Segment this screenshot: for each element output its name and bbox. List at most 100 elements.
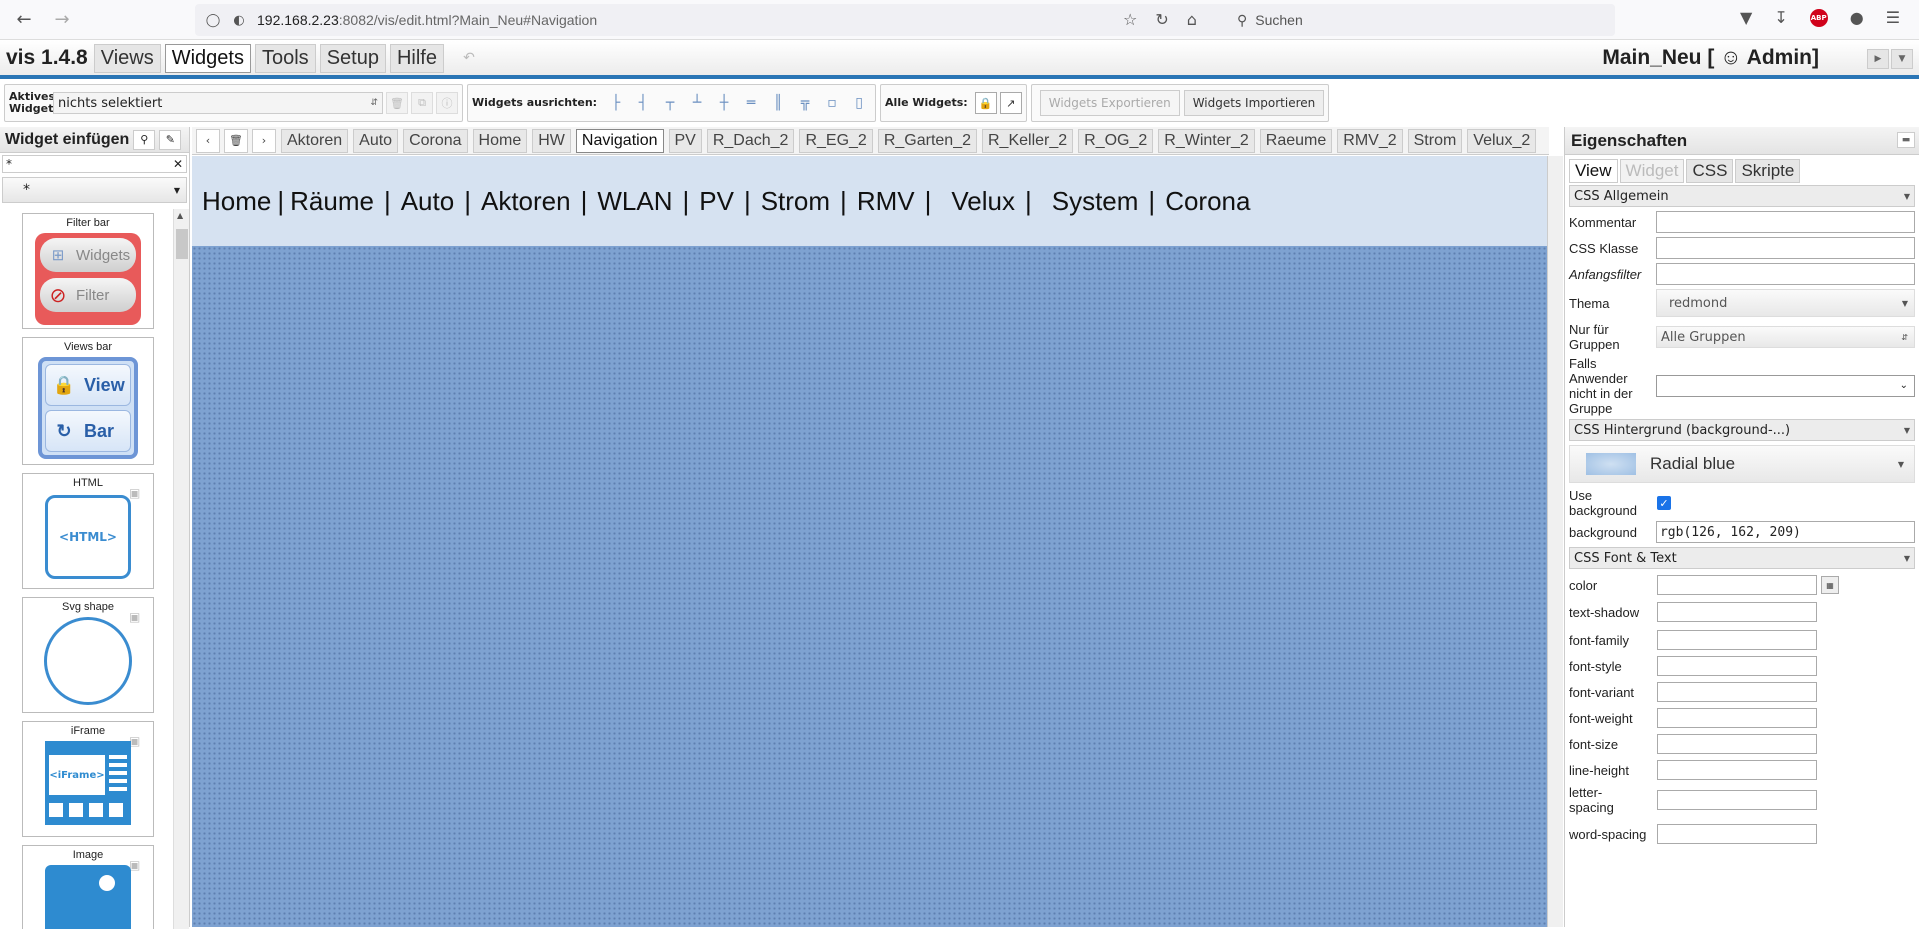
text-shadow-input[interactable] [1657,602,1817,622]
view-tab-auto[interactable]: Auto [353,128,399,153]
clear-icon[interactable]: ✕ [173,157,183,171]
shield-icon[interactable]: ◯ [205,12,221,28]
font-weight-input[interactable] [1657,708,1817,728]
active-widget-select[interactable]: nichts selektiert ⇵ [53,92,383,114]
delete-view-icon[interactable]: 🗑 [224,128,248,153]
falls-select[interactable]: ⌄ [1655,375,1915,397]
align-right-icon[interactable]: ┤ [631,92,655,114]
widget-filter-input[interactable]: * ✕ [2,155,187,173]
view-tab-home[interactable]: Home [472,128,528,153]
line-height-input[interactable] [1657,760,1817,780]
adblock-icon[interactable]: ABP [1809,8,1828,27]
section-css-allgemein[interactable]: CSS Allgemein ▼ [1569,185,1915,207]
tab-skripte[interactable]: Skripte [1735,159,1801,183]
browser-search-input[interactable]: ⚲ Suchen [1225,4,1615,36]
section-css-hintergrund[interactable]: CSS Hintergrund (background-...) ▼ [1569,419,1915,441]
tab-widget[interactable]: Widget [1619,159,1685,183]
nav-item-pv[interactable]: PV [699,186,734,217]
home-icon[interactable]: ⌂ [1187,10,1197,29]
menu-tab-widgets[interactable]: Widgets [164,43,251,73]
scroll-thumb[interactable] [176,229,188,259]
menu-tab-hilfe[interactable]: Hilfe [389,43,444,73]
nav-item-system[interactable]: System [1052,186,1139,217]
run-icon[interactable]: ▶ [1867,49,1889,69]
reload-icon[interactable]: ↻ [1155,10,1168,29]
view-tab-pv[interactable]: PV [668,128,702,153]
widget-card-image[interactable]: Image ▣ [22,845,154,929]
chevron-left-icon[interactable]: ‹ [196,128,220,153]
background-preset-select[interactable]: Radial blue ▼ [1569,445,1915,483]
kommentar-input[interactable] [1655,211,1915,233]
view-tab-r-winter-2[interactable]: R_Winter_2 [1158,128,1255,153]
align-left-icon[interactable]: ├ [604,92,628,114]
anfangsfilter-input[interactable] [1655,263,1915,285]
view-tab-aktoren[interactable]: Aktoren [281,128,349,153]
font-style-input[interactable] [1657,656,1817,676]
nav-item-aktoren[interactable]: Aktoren [481,186,571,217]
collapse-icon[interactable]: ▬ [1897,132,1915,148]
widget-card-filter-bar[interactable]: Filter bar ⊞ Widgets ⊘ Filter [22,213,154,329]
chevron-right-icon[interactable]: › [252,128,276,153]
nav-item-home[interactable]: Home [202,186,271,217]
nav-item-velux[interactable]: Velux [951,186,1015,217]
view-tab-r-og-2[interactable]: R_OG_2 [1078,128,1154,153]
widget-card-iframe[interactable]: iFrame ▣ <iFrame> [22,721,154,837]
view-tab-r-keller-2[interactable]: R_Keller_2 [982,128,1074,153]
same-width-icon[interactable]: ▫ [820,92,844,114]
nav-item-rmv[interactable]: RMV [857,186,915,217]
distribute-h-icon[interactable]: ║ [766,92,790,114]
align-vcenter-icon[interactable]: ┼ [712,92,736,114]
font-variant-input[interactable] [1657,682,1817,702]
color-input[interactable] [1657,575,1817,595]
navigation-widget[interactable]: Home | Räume | Auto | Aktoren | WLAN | P… [192,156,1549,246]
delete-icon[interactable]: 🗑 [386,92,408,114]
letter-spacing-input[interactable] [1657,790,1817,810]
view-tab-r-garten-2[interactable]: R_Garten_2 [877,128,977,153]
canvas-scrollbar[interactable] [1547,156,1563,927]
align-hcenter-icon[interactable]: ═ [739,92,763,114]
view-tab-r-eg-2[interactable]: R_EG_2 [799,128,873,153]
bookmark-star-icon[interactable]: ☆ [1123,10,1137,29]
import-widgets-button[interactable]: Widgets Importieren [1183,90,1325,116]
view-tab-navigation[interactable]: Navigation [575,128,664,153]
view-tab-corona[interactable]: Corona [403,128,468,153]
pocket-icon[interactable]: ▼ [1740,8,1752,27]
same-height-icon[interactable]: ▯ [847,92,871,114]
view-tab-r-dach-2[interactable]: R_Dach_2 [706,128,795,153]
widget-card-svg-shape[interactable]: Svg shape ▣ [22,597,154,713]
widget-card-html[interactable]: HTML ▣ <HTML> [22,473,154,589]
widget-set-select[interactable]: * ▼ [2,177,187,203]
align-top-icon[interactable]: ┬ [658,92,682,114]
nav-item-corona[interactable]: Corona [1165,186,1250,217]
color-picker-icon[interactable]: ▦ [1821,576,1839,594]
palette-scrollbar[interactable]: ▲ [173,209,189,929]
view-tab-velux-2[interactable]: Velux_2 [1467,128,1537,153]
view-tab-strom[interactable]: Strom [1407,128,1463,153]
word-spacing-input[interactable] [1657,824,1817,844]
font-family-input[interactable] [1657,630,1817,650]
view-tab-rmv-2[interactable]: RMV_2 [1337,128,1403,153]
thema-select[interactable]: redmond ▼ [1655,289,1915,317]
tab-view[interactable]: View [1569,159,1618,183]
view-tab-raeume[interactable]: Raeume [1259,128,1333,153]
back-icon[interactable]: ← [10,6,38,34]
use-background-checkbox[interactable]: ✓ [1657,496,1671,510]
export-widgets-button[interactable]: Widgets Exportieren [1039,90,1180,116]
scroll-up-icon[interactable]: ▲ [177,211,183,220]
eraser-icon[interactable]: ✎ [159,129,182,150]
menu-tab-tools[interactable]: Tools [254,43,316,73]
canvas-grid[interactable] [192,156,1549,927]
distribute-v-icon[interactable]: ╦ [793,92,817,114]
copy-icon[interactable]: ⧉ [411,92,433,114]
align-bottom-icon[interactable]: ┴ [685,92,709,114]
extension-icon[interactable]: ● [1850,8,1864,27]
search-icon[interactable]: ⚲ [133,129,156,150]
menu-dropdown-icon[interactable]: ▼ [1891,49,1913,69]
download-icon[interactable]: ↧ [1774,8,1787,27]
nav-item-auto[interactable]: Auto [401,186,455,217]
undo-icon[interactable]: ↶ [454,45,484,71]
insecure-icon[interactable]: ◐ [231,12,247,28]
css-klasse-input[interactable] [1655,237,1915,259]
font-size-input[interactable] [1657,734,1817,754]
info-icon[interactable]: ⓘ [436,92,458,114]
